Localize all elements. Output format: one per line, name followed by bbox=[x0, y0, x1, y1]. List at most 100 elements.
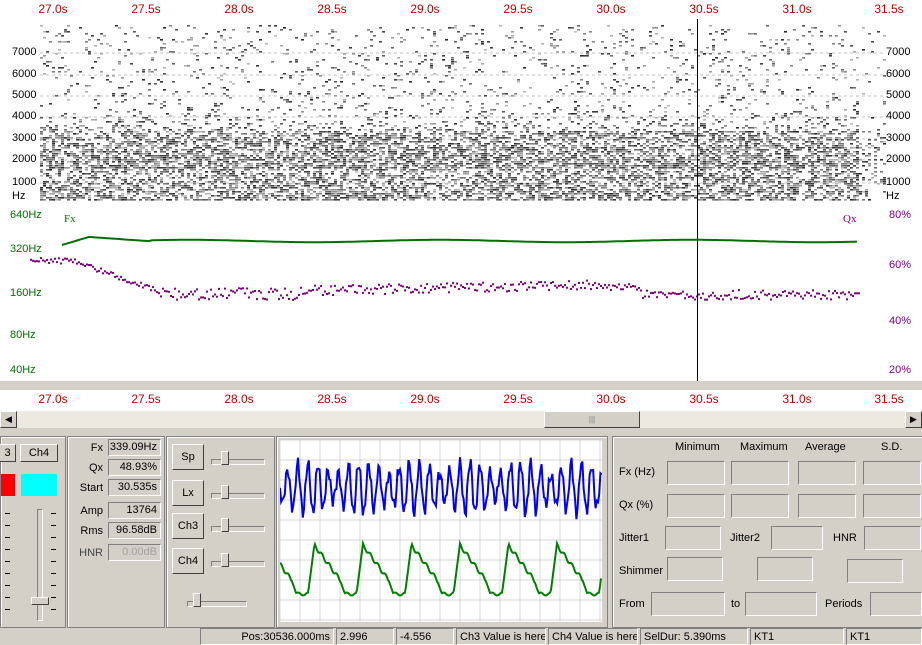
spectrogram-cell bbox=[409, 81, 412, 83]
spectrogram-cell bbox=[307, 93, 310, 95]
spectrogram-cell bbox=[487, 197, 490, 199]
spectrogram-cell bbox=[334, 193, 337, 195]
spectrogram-cell bbox=[583, 153, 586, 155]
spectrogram-cell bbox=[484, 189, 487, 191]
spectrogram-cell bbox=[370, 167, 373, 169]
spectrogram-cell bbox=[604, 163, 607, 165]
spectrogram-cell bbox=[223, 169, 226, 171]
spectrogram-cell bbox=[550, 193, 553, 195]
spectrogram-cell bbox=[559, 149, 562, 151]
spectrogram-cell bbox=[220, 193, 223, 195]
spectrogram-cell bbox=[199, 189, 202, 191]
spectrogram-cell bbox=[451, 143, 454, 145]
spectrogram-cell bbox=[361, 165, 364, 167]
spectrogram-cell bbox=[595, 149, 598, 151]
spectrogram-cell bbox=[448, 65, 451, 67]
spectrogram-cell bbox=[550, 37, 553, 39]
spectrogram-cell bbox=[145, 191, 148, 193]
spectrogram-cell bbox=[49, 165, 52, 167]
spectrogram-cell bbox=[553, 193, 556, 195]
spectrogram-cell bbox=[529, 191, 532, 193]
spectrogram-cell bbox=[178, 129, 181, 131]
spectrogram-cell bbox=[139, 161, 142, 163]
spectrogram-cell bbox=[502, 131, 505, 133]
spectrogram-cell bbox=[529, 157, 532, 159]
spectrogram-cell bbox=[436, 113, 439, 115]
spectrogram-cell bbox=[250, 45, 253, 47]
spectrogram-cell bbox=[274, 137, 277, 139]
spectrogram-cell bbox=[115, 199, 118, 201]
spectrogram-cell bbox=[247, 27, 250, 29]
spectrogram-cell bbox=[496, 163, 499, 165]
spectrogram-cell bbox=[148, 71, 151, 73]
spectrogram[interactable]: 7000 6000 5000 4000 3000 2000 1000 Hz 7000 6000 5… bbox=[0, 19, 922, 205]
spectrogram-cell bbox=[190, 197, 193, 199]
spectrogram-cell bbox=[259, 157, 262, 159]
spectrogram-cell bbox=[505, 197, 508, 199]
spectrogram-cell bbox=[310, 197, 313, 199]
spectrogram-cell bbox=[115, 187, 118, 189]
spectrogram-cell bbox=[91, 143, 94, 145]
spectrogram-cell bbox=[373, 153, 376, 155]
spectrogram-cell bbox=[364, 153, 367, 155]
spectrogram-cell bbox=[373, 197, 376, 199]
spectrogram-cell bbox=[493, 125, 496, 127]
spectrogram-cell bbox=[169, 167, 172, 169]
spectrogram-cell bbox=[394, 191, 397, 193]
spectrogram-cell bbox=[487, 159, 490, 161]
spectrogram-cell bbox=[100, 71, 103, 73]
spectrogram-cell bbox=[337, 137, 340, 139]
spectrogram-cell bbox=[331, 141, 334, 143]
spectrogram-cell bbox=[124, 141, 127, 143]
spectrogram-cell bbox=[61, 187, 64, 189]
spectrogram-cell bbox=[136, 187, 139, 189]
spectrogram-cell bbox=[202, 87, 205, 89]
spectrogram-cell bbox=[259, 159, 262, 161]
spectrogram-cell bbox=[520, 149, 523, 151]
spectrogram-cell bbox=[526, 165, 529, 167]
spectrogram-cell bbox=[169, 193, 172, 195]
spectrogram-cell bbox=[577, 151, 580, 153]
spectrogram-cell bbox=[340, 123, 343, 125]
spectrogram-cell bbox=[82, 147, 85, 149]
spectrogram-cell bbox=[49, 185, 52, 187]
spectrogram-cell bbox=[433, 197, 436, 199]
spectrogram-cell bbox=[259, 119, 262, 121]
spectrogram-cell bbox=[343, 151, 346, 153]
spectrogram-cell bbox=[58, 153, 61, 155]
spectrogram-cell bbox=[196, 137, 199, 139]
spectrogram-cell bbox=[190, 109, 193, 111]
spectrogram-cell bbox=[547, 195, 550, 197]
spectrogram-cell bbox=[373, 141, 376, 143]
spectrogram-cell bbox=[199, 191, 202, 193]
spectrogram-cell bbox=[493, 127, 496, 129]
spectrogram-cell bbox=[451, 129, 454, 131]
spectrogram-cell bbox=[157, 197, 160, 199]
spectrogram-cell bbox=[466, 189, 469, 191]
spectrogram-cell bbox=[253, 137, 256, 139]
spectrogram-cell bbox=[385, 123, 388, 125]
spectrogram-cell bbox=[472, 181, 475, 183]
spectrogram-cell bbox=[322, 137, 325, 139]
spectrogram-cell bbox=[445, 165, 448, 167]
spectrogram-cell bbox=[163, 183, 166, 185]
spectrogram-cell bbox=[133, 141, 136, 143]
spectrogram-cell bbox=[517, 81, 520, 83]
spectrogram-cell bbox=[277, 181, 280, 183]
spectrogram-cell bbox=[409, 195, 412, 197]
spectrogram-cell bbox=[259, 149, 262, 151]
spectrogram-cell bbox=[502, 165, 505, 167]
spectrogram-cell bbox=[121, 197, 124, 199]
spectrogram-cell bbox=[241, 197, 244, 199]
spectrogram-cell bbox=[367, 153, 370, 155]
spectrogram-cell bbox=[613, 159, 616, 161]
spectrogram-cell bbox=[340, 177, 343, 179]
spectrogram-cell bbox=[256, 137, 259, 139]
spectrogram-cell bbox=[205, 93, 208, 95]
spectrogram-cell bbox=[496, 137, 499, 139]
spectrogram-cell bbox=[256, 169, 259, 171]
spectrogram-cell bbox=[139, 121, 142, 123]
spectrogram-cell bbox=[559, 89, 562, 91]
spectrogram-cell bbox=[337, 39, 340, 41]
spectrogram-cell bbox=[304, 149, 307, 151]
